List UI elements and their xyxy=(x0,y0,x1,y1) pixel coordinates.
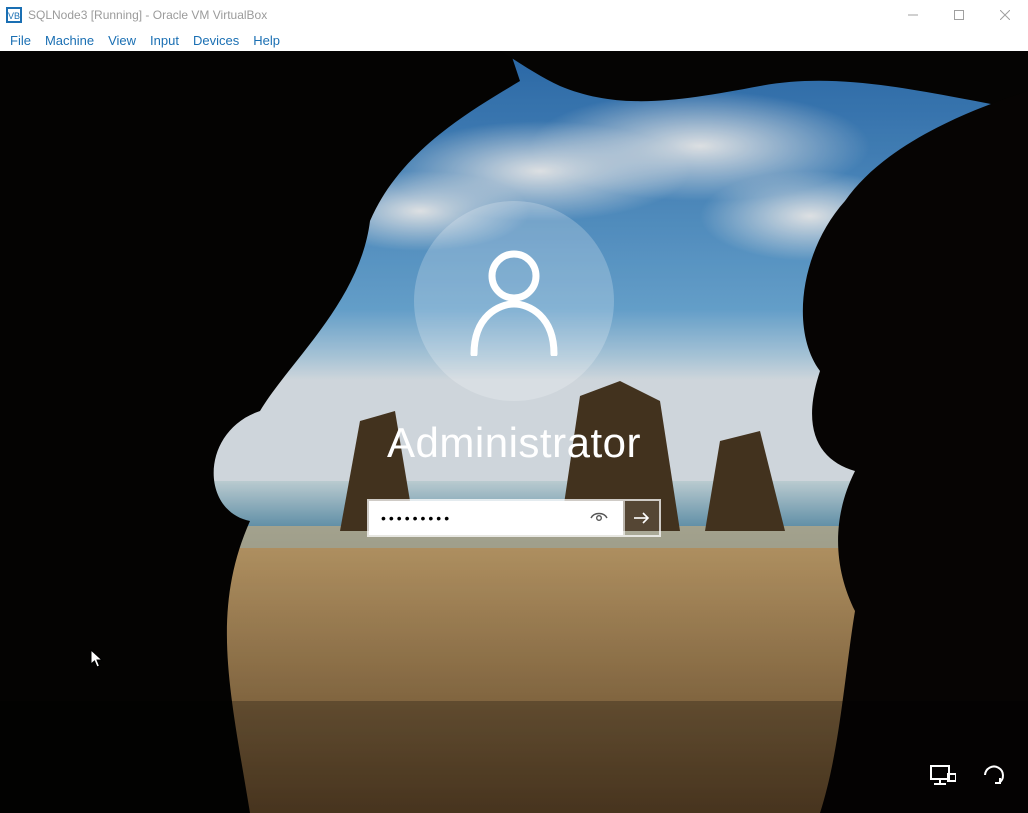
menu-view[interactable]: View xyxy=(102,32,142,49)
network-icon xyxy=(928,763,956,787)
user-avatar xyxy=(414,201,614,401)
vm-display[interactable]: Administrator xyxy=(0,51,1028,813)
password-field-container xyxy=(369,501,623,535)
username-label: Administrator xyxy=(387,419,641,467)
menubar: File Machine View Input Devices Help xyxy=(0,30,1028,51)
ease-of-access-button[interactable] xyxy=(980,761,1008,789)
password-reveal-icon[interactable] xyxy=(585,511,613,525)
virtualbox-icon: VB xyxy=(6,7,22,23)
ease-of-access-icon xyxy=(981,762,1007,788)
window-titlebar: VB SQLNode3 [Running] - Oracle VM Virtua… xyxy=(0,0,1028,30)
window-title: SQLNode3 [Running] - Oracle VM VirtualBo… xyxy=(28,8,267,22)
corner-controls xyxy=(928,761,1008,789)
user-icon xyxy=(464,246,564,356)
window-controls xyxy=(890,0,1028,30)
maximize-button[interactable] xyxy=(936,0,982,30)
network-button[interactable] xyxy=(928,761,956,789)
menu-file[interactable]: File xyxy=(4,32,37,49)
password-row xyxy=(367,499,661,537)
menu-input[interactable]: Input xyxy=(144,32,185,49)
menu-machine[interactable]: Machine xyxy=(39,32,100,49)
login-panel: Administrator xyxy=(0,201,1028,537)
minimize-button[interactable] xyxy=(890,0,936,30)
submit-button[interactable] xyxy=(623,501,659,535)
menu-help[interactable]: Help xyxy=(247,32,286,49)
arrow-right-icon xyxy=(633,511,651,525)
close-button[interactable] xyxy=(982,0,1028,30)
menu-devices[interactable]: Devices xyxy=(187,32,245,49)
svg-text:VB: VB xyxy=(8,11,20,21)
password-input[interactable] xyxy=(379,500,585,536)
